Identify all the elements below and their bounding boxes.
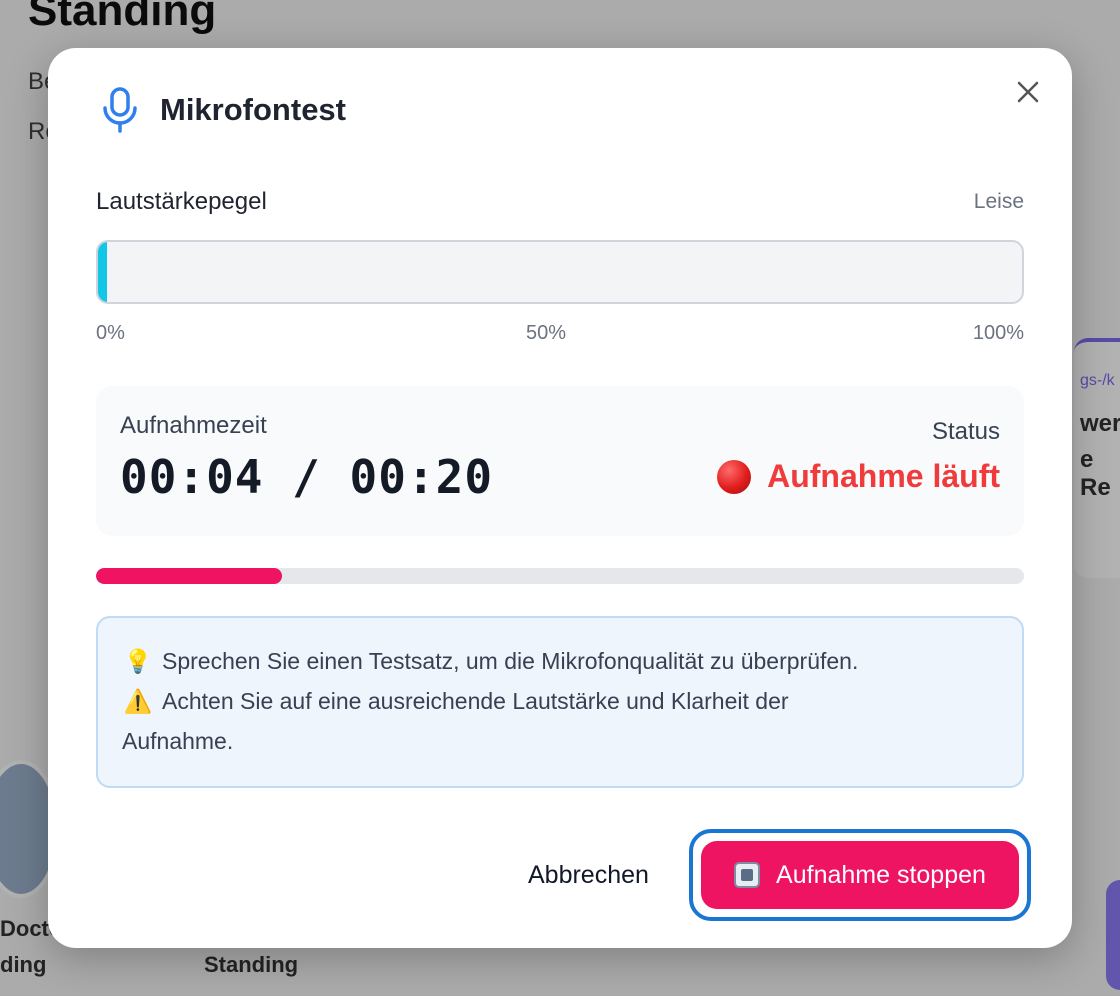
- volume-level-meter: [96, 240, 1024, 304]
- recording-status-label: Status: [931, 418, 1000, 445]
- recording-time-label: Aufnahmezeit: [120, 412, 267, 439]
- meter-tick-label: 100%: [972, 322, 1024, 344]
- recording-time: 00:04 / 00:20: [120, 450, 494, 504]
- recording-progress-fill: [96, 568, 282, 584]
- volume-level-status: Leise: [973, 190, 1024, 213]
- red-circle-icon: [717, 459, 752, 494]
- meter-tick-label: 50%: [526, 322, 567, 344]
- meter-tick-label: 0%: [96, 322, 125, 344]
- tip-text: Sprechen Sie einen Testsatz, um die Mikr…: [162, 648, 859, 674]
- microphone-icon: [103, 87, 137, 133]
- microphone-test-dialog: Mikrofontest Lautstärkepegel Leise 0% 50…: [48, 48, 1072, 948]
- tip-text: Aufnahme.: [122, 728, 234, 754]
- recording-panel: Aufnahmezeit 00:04 / 00:20 Status Aufnah…: [96, 386, 1024, 536]
- recording-status-text: Aufnahme läuft: [767, 458, 1000, 494]
- warning-icon: ⚠️: [123, 688, 153, 714]
- stop-recording-button[interactable]: Aufnahme stoppen: [701, 841, 1019, 909]
- volume-level-fill: [98, 242, 108, 302]
- tip-line: Aufnahme.: [122, 728, 233, 755]
- tip-line: 💡 Sprechen Sie einen Testsatz, um die Mik…: [122, 648, 859, 675]
- cancel-button[interactable]: Abbrechen: [522, 860, 655, 891]
- dialog-title: Mikrofontest: [160, 92, 346, 127]
- lightbulb-icon: 💡: [123, 648, 153, 674]
- close-icon: [1017, 81, 1039, 103]
- volume-level-label: Lautstärkepegel: [96, 188, 267, 215]
- stop-square-icon: [734, 862, 761, 888]
- recording-status: Aufnahme läuft: [717, 458, 1000, 495]
- close-button[interactable]: [1008, 72, 1048, 112]
- recording-progress-bar: [96, 568, 1024, 584]
- tip-line: ⚠️ Achten Sie auf eine ausreichende Lauts…: [122, 688, 789, 715]
- tips-box: 💡 Sprechen Sie einen Testsatz, um die Mik…: [96, 616, 1024, 788]
- tip-text: Achten Sie auf eine ausreichende Lautstä…: [162, 688, 789, 714]
- stop-button-focus-ring: Aufnahme stoppen: [689, 829, 1031, 921]
- stop-recording-label: Aufnahme stoppen: [776, 860, 986, 889]
- dialog-header: Mikrofontest: [100, 86, 346, 134]
